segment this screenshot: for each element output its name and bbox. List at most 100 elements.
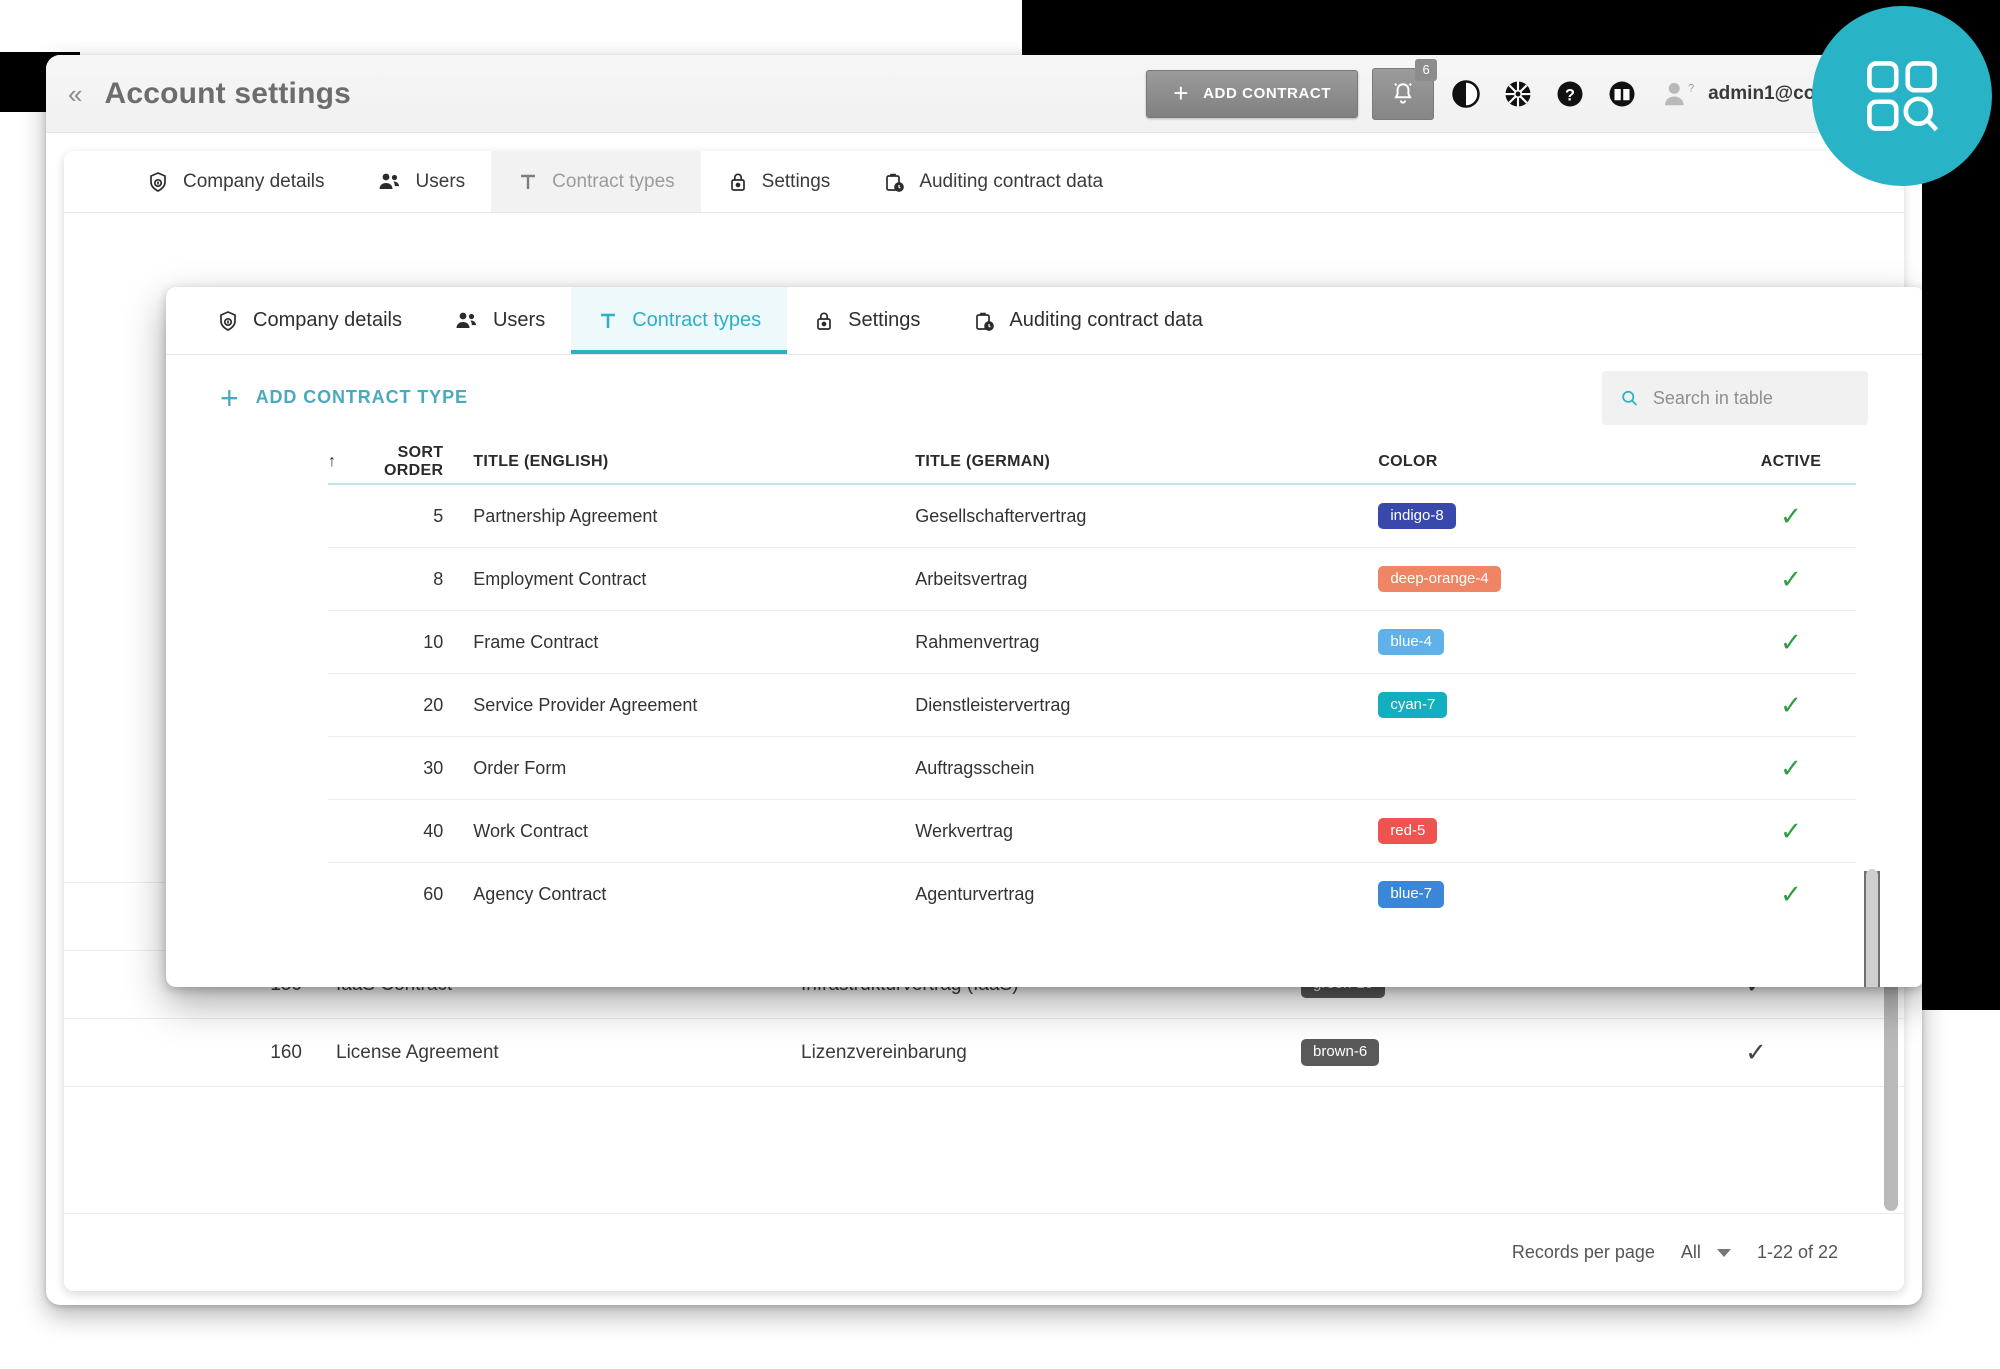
manual-book-icon[interactable] [1602,74,1642,114]
modal-table: ↑ SORT ORDER TITLE (ENGLISH) TITLE (GERM… [166,441,1922,987]
column-header-title-english[interactable]: TITLE (ENGLISH) [473,453,915,471]
tab-label: Contract types [632,309,762,331]
sidebar-item-users[interactable]: Users [351,151,492,212]
tab-settings[interactable]: Settings [787,287,946,354]
cell-active: ✓ [1726,690,1856,721]
check-icon: ✓ [1780,879,1802,909]
question-mark-glyph: ? [1557,81,1583,106]
cell-sort-order: 20 [423,694,444,715]
table-footer: Records per page All 1-22 of 22 [64,1213,1904,1291]
contrast-icon[interactable] [1446,74,1486,114]
table-row[interactable]: 40 Work Contract Werkvertrag red-5 ✓ [328,800,1856,863]
check-icon: ✓ [1745,1037,1767,1067]
cell-title-english: Agency Contract [473,884,607,904]
table-row[interactable]: 160 License Agreement Lizenzvereinbarung… [64,1019,1904,1087]
chevron-down-icon [1716,1248,1731,1257]
cell-title-german: Rahmenvertrag [915,631,1040,652]
cell-title-german: Dienstleistervertrag [915,694,1071,715]
add-contract-label: ADD CONTRACT [1203,85,1332,102]
records-per-page-value: All [1680,1242,1701,1262]
color-chip: red-5 [1378,817,1438,845]
color-chip: indigo-8 [1378,502,1456,530]
modal-tabbar: Company details Users Contract types Set… [166,287,1922,355]
cell-active: ✓ [1726,564,1856,595]
cell-color: red-5 [1378,817,1726,845]
cell-title-german: Auftragsschein [915,757,1035,778]
cell-sort-order: 40 [423,820,444,841]
svg-text:?: ? [1688,82,1694,94]
color-chip: cyan-7 [1378,691,1448,719]
cell-title-english: Frame Contract [473,631,599,652]
tab-contract-types[interactable]: Contract types [571,287,788,354]
cell-color: blue-4 [1378,628,1726,656]
tab-label: Auditing contract data [1009,309,1203,331]
column-header-title-german[interactable]: TITLE (GERMAN) [915,453,1378,471]
check-icon: ✓ [1780,626,1802,657]
cell-title-english: Service Provider Agreement [473,694,698,715]
add-contract-type-button[interactable]: + ADD CONTRACT TYPE [210,379,478,417]
tab-label: Users [415,170,466,192]
add-contract-button[interactable]: + ADD CONTRACT [1146,69,1359,118]
table-row[interactable]: 5 Partnership Agreement Gesellschafterve… [328,485,1856,548]
double-chevron-left-icon[interactable]: « [68,81,82,107]
accessibility-icon[interactable] [1498,74,1538,114]
cell-title-german: Arbeitsvertrag [915,568,1028,589]
cell-color: cyan-7 [1378,691,1726,719]
add-contract-type-label: ADD CONTRACT TYPE [255,387,468,408]
cell-active: ✓ [1681,1037,1831,1068]
sidebar-item-contract-types[interactable]: Contract types [491,151,701,212]
sidebar-item-settings[interactable]: Settings [701,151,857,212]
bell-icon [1394,82,1412,104]
search-box[interactable] [1602,371,1868,425]
search-input[interactable] [1652,387,1850,409]
color-chip: deep-orange-4 [1378,565,1501,593]
tab-users[interactable]: Users [428,287,571,354]
book-glyph [1609,81,1635,106]
check-icon: ✓ [1780,500,1802,531]
table-row[interactable]: 60 Agency Contract Agenturvertrag blue-7… [328,863,1856,926]
cell-title-german: Werkvertrag [915,820,1013,841]
record-range-label: 1-22 of 22 [1756,1242,1838,1262]
table-row[interactable]: 10 Frame Contract Rahmenvertrag blue-4 ✓ [328,611,1856,674]
screen-root: « Account settings + ADD CONTRACT 6 ? ? … [0,0,2000,1369]
table-row[interactable]: 30 Order Form Auftragsschein teal-7 ✓ [328,737,1856,800]
notifications-button[interactable]: 6 [1372,58,1438,120]
tab-auditing-contract-data[interactable]: Auditing contract data [946,287,1228,354]
company-shield-icon [150,171,166,192]
column-header-active[interactable]: ACTIVE [1726,453,1856,471]
company-shield-icon [220,310,236,331]
tab-company-details[interactable]: Company details [190,287,428,354]
modal-scrollbar-thumb[interactable] [1866,869,1878,987]
records-per-page-select[interactable]: All [1681,1242,1731,1263]
cell-active: ✓ [1726,816,1856,847]
cell-active: ✓ [1726,879,1856,910]
check-icon: ✓ [1780,689,1802,720]
column-header-color[interactable]: COLOR [1378,453,1726,471]
app-grid-search-badge[interactable] [1812,6,1992,186]
page-title: Account settings [104,76,352,110]
avatar[interactable]: ? [1658,74,1698,114]
plus-icon: + [220,379,240,416]
column-label: SORT ORDER [384,444,444,479]
tab-label: Company details [183,170,325,192]
user-avatar-glyph: ? [1664,82,1694,105]
help-icon[interactable]: ? [1550,74,1590,114]
contract-types-modal: Company details Users Contract types Set… [166,287,1922,987]
app-grid-search-icon [1867,61,1939,132]
notification-badge: 6 [1415,58,1438,81]
cell-color: indigo-8 [1378,502,1726,530]
users-icon [379,173,399,189]
table-row[interactable]: 8 Employment Contract Arbeitsvertrag dee… [328,548,1856,611]
tab-label: Company details [253,309,402,331]
cell-active: ✓ [1726,501,1856,532]
sidebar-item-company-details[interactable]: Company details [120,151,351,212]
cell-sort-order: 5 [433,505,444,526]
column-header-sort-order[interactable]: ↑ SORT ORDER [328,444,473,480]
cell-color: deep-orange-4 [1378,565,1726,593]
cell-title-english: License Agreement [336,1041,499,1063]
sidebar-item-auditing-contract-data[interactable]: Auditing contract data [856,151,1129,212]
cell-sort-order: 8 [433,568,444,589]
check-icon: ✓ [1780,752,1802,783]
table-row[interactable]: 20 Service Provider Agreement Dienstleis… [328,674,1856,737]
tab-label: Settings [761,170,831,192]
